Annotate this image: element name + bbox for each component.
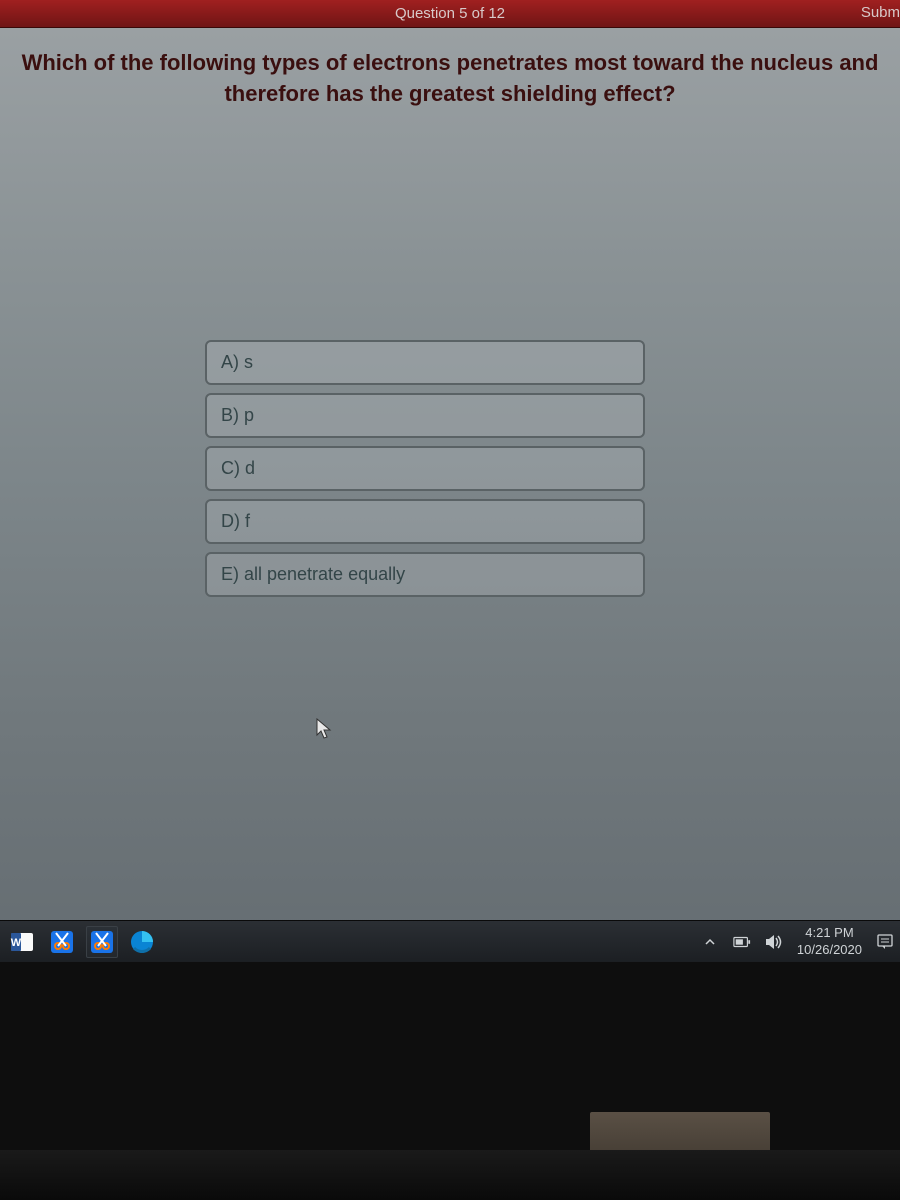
taskbar-left: W [6,926,158,958]
svg-text:W: W [11,937,22,949]
taskbar: W [0,920,900,962]
answer-option-b[interactable]: B) p [205,393,645,438]
below-screen-area [0,962,900,1200]
answer-option-c[interactable]: C) d [205,446,645,491]
quiz-window: Question 5 of 12 Subm Which of the follo… [0,0,900,955]
laptop-hinge [0,1150,900,1200]
answer-option-e[interactable]: E) all penetrate equally [205,552,645,597]
quiz-header: Question 5 of 12 Subm [0,0,900,28]
question-counter: Question 5 of 12 [395,5,505,22]
chevron-up-icon[interactable] [701,934,719,950]
battery-icon[interactable] [733,934,751,950]
screen-frame: Question 5 of 12 Subm Which of the follo… [0,0,900,1200]
clock[interactable]: 4:21 PM 10/26/2020 [797,925,862,958]
answer-option-a[interactable]: A) s [205,340,645,385]
word-app-icon[interactable]: W [6,926,38,958]
snip-app-icon[interactable] [46,926,78,958]
system-tray: 4:21 PM 10/26/2020 [701,925,894,958]
answers-list: A) s B) p C) d D) f E) all penetrate equ… [205,340,645,597]
snip-app-icon-2[interactable] [86,926,118,958]
answer-option-d[interactable]: D) f [205,499,645,544]
question-text: Which of the following types of electron… [10,48,890,150]
submit-button[interactable]: Subm [861,4,900,21]
quiz-content: Which of the following types of electron… [0,28,900,955]
clock-date: 10/26/2020 [797,942,862,958]
clock-time: 4:21 PM [797,925,862,941]
volume-icon[interactable] [765,934,783,950]
notifications-icon[interactable] [876,934,894,950]
cursor-icon [316,718,334,740]
edge-app-icon[interactable] [126,926,158,958]
